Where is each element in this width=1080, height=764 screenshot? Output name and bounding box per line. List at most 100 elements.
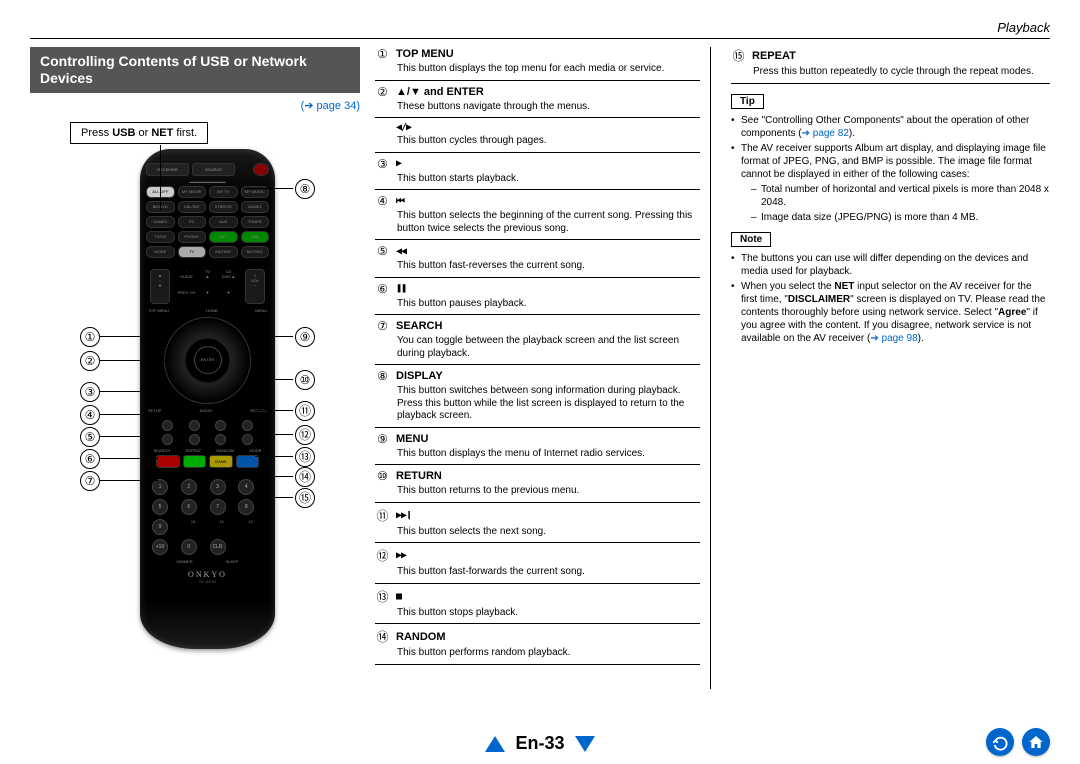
item-block: ③ ▶ This button starts playback. (375, 157, 700, 191)
middle-column: ①TOP MENUThis button displays the top me… (375, 47, 711, 689)
item-title: ◀◀ (396, 246, 406, 257)
item-number: ⑫ (375, 547, 390, 564)
item-number: ⑥ (375, 282, 390, 296)
callout-12: ⑫ (295, 425, 315, 445)
remote-body: RECEIVERSOURCE ▬▬▬▬▬▬▬▬▬ ALL OFFMY MOVIE… (140, 149, 275, 649)
header-section: Playback (30, 20, 1050, 39)
page-footer: En-33 (0, 733, 1080, 754)
item-number: ⑭ (375, 628, 390, 645)
page-link[interactable]: ➔ page 98 (870, 333, 917, 344)
item-number: ⑬ (375, 588, 390, 605)
callout-2: ② (80, 351, 100, 371)
item-number: ⑪ (375, 507, 390, 524)
item-title: ▶ (396, 158, 401, 169)
instruction-callout: Press USB or NET first. (70, 122, 208, 144)
item-title: RETURN (396, 470, 442, 482)
callout-7: ⑦ (80, 471, 100, 491)
note-label: Note (731, 232, 771, 247)
item-number: ⑤ (375, 244, 390, 258)
page-ref-link[interactable]: (➔ page 34) (30, 99, 360, 112)
callout-1: ① (80, 327, 100, 347)
item-block: ⑭ RANDOM This button performs random playb… (375, 628, 700, 665)
item-desc: You can toggle between the playback scre… (397, 335, 700, 360)
item-title: MENU (396, 433, 428, 445)
callout-6: ⑥ (80, 449, 100, 469)
item-desc: This button pauses playback. (397, 298, 700, 311)
item-desc: This button switches between song inform… (397, 385, 700, 423)
item-number: ⑩ (375, 469, 390, 483)
item-desc: This button stops playback. (397, 607, 700, 620)
item-desc: This button performs random playback. (397, 647, 700, 660)
item-desc: This button starts playback. (397, 173, 700, 186)
callout-4: ④ (80, 405, 100, 425)
item-desc: This button selects the beginning of the… (397, 210, 700, 235)
item-block: ◀/▶ This button cycles through pages. (375, 122, 700, 153)
tip-item: The AV receiver supports Album art displ… (731, 142, 1050, 224)
item-title: ▶▶❙ (396, 510, 411, 521)
back-icon[interactable] (986, 728, 1014, 756)
item-block: ⑧ DISPLAY This button switches between son… (375, 369, 700, 428)
item-number: ② (375, 85, 390, 99)
item-title: ❚❚ (396, 283, 406, 294)
remote-diagram: RECEIVERSOURCE ▬▬▬▬▬▬▬▬▬ ALL OFFMY MOVIE… (30, 149, 360, 689)
callout-9: ⑨ (295, 327, 315, 347)
right-column: ⑮ REPEAT Press this button repeatedly to… (726, 47, 1050, 689)
tip-item: See "Controlling Other Components" about… (731, 114, 1050, 140)
item-title: DISPLAY (396, 370, 443, 382)
tip-subitem: Total number of horizontal and vertical … (751, 183, 1050, 209)
callout-11: ⑪ (295, 401, 315, 421)
home-icon[interactable] (1022, 728, 1050, 756)
callout-13: ⑬ (295, 447, 315, 467)
note-item: The buttons you can use will differ depe… (731, 252, 1050, 278)
item-title: RANDOM (396, 631, 446, 643)
callout-10: ⑩ (295, 370, 315, 390)
item-block: ⑫ ▶▶ This button fast-forwards the current… (375, 547, 700, 584)
prev-page-icon[interactable] (485, 736, 505, 752)
item-number: ⑦ (375, 319, 390, 333)
item-desc: This button selects the next song. (397, 526, 700, 539)
callout-15: ⑮ (295, 488, 315, 508)
tip-subitem: Image data size (JPEG/PNG) is more than … (751, 211, 1050, 224)
page-number: En-33 (515, 733, 564, 754)
item-block: ⑨ MENU This button displays the menu of In… (375, 432, 700, 466)
item-block: ② ▲/▼ and ENTER These buttons navigate thr… (375, 85, 700, 119)
item-block: ⑤ ◀◀ This button fast-reverses the current… (375, 244, 700, 278)
page-link[interactable]: ➔ page 82 (802, 128, 849, 139)
callout-3: ③ (80, 382, 100, 402)
item-number: ⑨ (375, 432, 390, 446)
callout-5: ⑤ (80, 427, 100, 447)
item-block: ⑪ ▶▶❙ This button selects the next song. (375, 507, 700, 544)
item-number: ⑧ (375, 369, 390, 383)
item-block: ④ ⏮ This button selects the beginning of t… (375, 194, 700, 240)
item-title: ▲/▼ and ENTER (396, 86, 484, 98)
item-title: ▶▶ (396, 550, 406, 561)
item-desc: This button fast-reverses the current so… (397, 260, 700, 273)
item-desc: Press this button repeatedly to cycle th… (753, 66, 1050, 79)
dpad-ring: ENTER (164, 317, 251, 404)
item-number: ③ (375, 157, 390, 171)
callout-8: ⑧ (295, 179, 315, 199)
callout-14: ⑭ (295, 467, 315, 487)
item-block: ⑩ RETURN This button returns to the previo… (375, 469, 700, 503)
next-page-icon[interactable] (575, 736, 595, 752)
item-desc: This button cycles through pages. (397, 135, 700, 148)
item-desc: This button returns to the previous menu… (397, 485, 700, 498)
item-title: REPEAT (752, 50, 796, 62)
item-desc: This button displays the top menu for ea… (397, 63, 700, 76)
item-title: ⏮ (396, 196, 404, 207)
enter-button: ENTER (194, 346, 222, 374)
item-number: ④ (375, 194, 390, 208)
item-title: ◀/▶ (396, 122, 411, 133)
item-number: ⑮ (731, 47, 746, 64)
item-desc: This button fast-forwards the current so… (397, 566, 700, 579)
note-item: When you select the NET input selector o… (731, 280, 1050, 345)
section-title: Controlling Contents of USB or Network D… (30, 47, 360, 93)
item-block: ⑮ REPEAT Press this button repeatedly to… (731, 47, 1050, 84)
item-desc: This button displays the menu of Interne… (397, 448, 700, 461)
tip-label: Tip (731, 94, 764, 109)
item-title: SEARCH (396, 320, 442, 332)
item-title: TOP MENU (396, 48, 454, 60)
item-block: ⑦ SEARCH You can toggle between the playba… (375, 319, 700, 365)
tip-list: See "Controlling Other Components" about… (731, 114, 1050, 224)
item-desc: These buttons navigate through the menus… (397, 101, 700, 114)
